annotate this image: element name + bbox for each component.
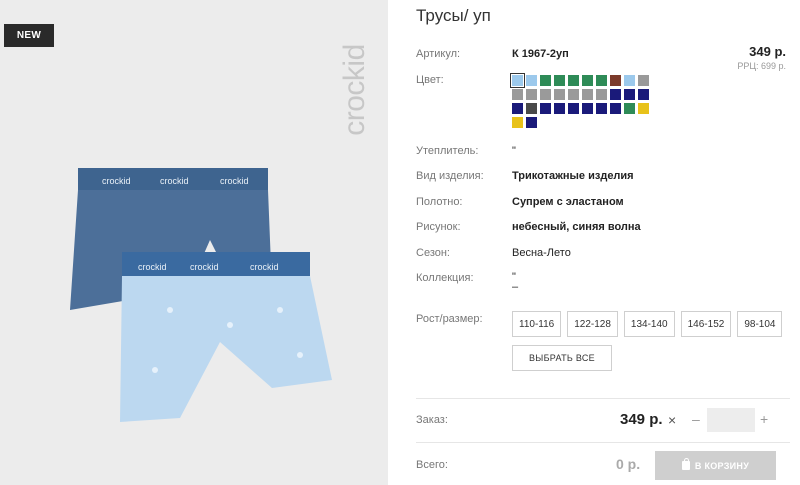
size-label: Рост/размер: (416, 313, 483, 325)
dark-waistband-logo: crockid (102, 176, 131, 186)
shopping-bag-icon (681, 458, 690, 470)
color-swatch[interactable] (568, 103, 579, 114)
color-swatch[interactable] (610, 89, 621, 100)
color-swatch[interactable] (540, 75, 551, 86)
color-swatch[interactable] (568, 89, 579, 100)
times-icon: × (668, 412, 677, 428)
color-swatch[interactable] (512, 117, 523, 128)
rrc-price: РРЦ: 699 р. (737, 61, 786, 71)
collection-label: Коллекция: (416, 272, 474, 284)
color-swatch[interactable] (540, 103, 551, 114)
color-swatch[interactable] (512, 103, 523, 114)
total-value: 0 р. (616, 456, 641, 472)
color-swatch[interactable] (526, 103, 537, 114)
pattern-dot (167, 307, 173, 313)
size-option[interactable]: 134-140 (623, 311, 675, 337)
dark-waistband-logo-2: crockid (160, 176, 189, 186)
color-swatch[interactable] (624, 103, 635, 114)
product-price: 349 р. (749, 44, 786, 59)
color-swatch[interactable] (554, 89, 565, 100)
color-swatch[interactable] (638, 103, 649, 114)
color-swatch[interactable] (582, 103, 593, 114)
product-title: Трусы/ уп (416, 6, 491, 25)
product-details: Трусы/ уп Артикул: К 1967-2уп 349 р. РРЦ… (388, 0, 800, 485)
divider (416, 398, 790, 399)
select-all-sizes-button[interactable]: ВЫБРАТЬ ВСЕ (512, 345, 612, 371)
divider (416, 442, 790, 443)
light-waistband-logo: crockid (138, 262, 167, 272)
order-price: 349 р. (620, 411, 663, 428)
type-label: Вид изделия: (416, 170, 484, 182)
color-swatch[interactable] (512, 89, 523, 100)
insulation-value: " (512, 145, 516, 157)
season-value: Весна-Лето (512, 247, 571, 259)
article-label: Артикул: (416, 48, 461, 60)
brand-logo-text: crockid (338, 44, 371, 136)
color-swatch[interactable] (526, 117, 537, 128)
pattern-dot (152, 367, 158, 373)
light-waistband-logo-3: crockid (250, 262, 279, 272)
pattern-value: небесный, синяя волна (512, 221, 641, 233)
size-option[interactable]: 98-104 (737, 311, 783, 337)
color-swatch[interactable] (624, 89, 635, 100)
color-swatch[interactable] (596, 103, 607, 114)
insulation-label: Утеплитель: (416, 145, 479, 157)
fabric-label: Полотно: (416, 196, 463, 208)
color-swatch[interactable] (582, 89, 593, 100)
quantity-decrease-button[interactable]: – (692, 411, 700, 427)
color-swatch[interactable] (526, 75, 537, 86)
brand-logo: crockid (330, 20, 380, 160)
color-swatch[interactable] (596, 89, 607, 100)
add-to-cart-label: В КОРЗИНУ (694, 460, 750, 471)
size-options: 110-116 122-128 134-140 146-152 98-104 (512, 311, 783, 337)
color-swatch[interactable] (610, 75, 621, 86)
product-image-panel: NEW crockid crockid crockid crockid croc… (0, 0, 388, 485)
quantity-increase-button[interactable]: + (760, 411, 768, 427)
new-badge: NEW (4, 24, 54, 47)
collection-dash: – (512, 281, 519, 293)
pattern-dot (277, 307, 283, 313)
color-swatch[interactable] (610, 103, 621, 114)
color-swatch[interactable] (554, 75, 565, 86)
size-option[interactable]: 110-116 (512, 311, 562, 337)
order-label: Заказ: (416, 414, 448, 426)
pattern-label: Рисунок: (416, 221, 461, 233)
color-swatch[interactable] (526, 89, 537, 100)
color-swatches (510, 73, 662, 128)
fabric-value: Супрем с эластаном (512, 196, 624, 208)
quantity-input[interactable] (707, 408, 755, 432)
color-swatch[interactable] (638, 89, 649, 100)
color-swatch[interactable] (582, 75, 593, 86)
size-option[interactable]: 122-128 (567, 311, 618, 337)
color-swatch[interactable] (624, 75, 635, 86)
color-swatch[interactable] (540, 89, 551, 100)
dark-waistband-logo-3: crockid (220, 176, 249, 186)
type-value: Трикотажные изделия (512, 170, 634, 182)
total-label: Всего: (416, 459, 448, 471)
color-swatch[interactable] (510, 73, 525, 88)
size-option[interactable]: 146-152 (680, 311, 732, 337)
light-waistband-logo-2: crockid (190, 262, 219, 272)
color-swatch[interactable] (596, 75, 607, 86)
color-swatch[interactable] (554, 103, 565, 114)
light-boxer-body (120, 276, 332, 422)
pattern-dot (227, 322, 233, 328)
article-value: К 1967-2уп (512, 48, 569, 60)
color-label: Цвет: (416, 74, 444, 86)
product-photo: crockid crockid crockid crockid crockid … (70, 168, 332, 422)
season-label: Сезон: (416, 247, 450, 259)
pattern-dot (297, 352, 303, 358)
add-to-cart-button[interactable]: В КОРЗИНУ (655, 451, 776, 480)
color-swatch[interactable] (638, 75, 649, 86)
color-swatch[interactable] (568, 75, 579, 86)
